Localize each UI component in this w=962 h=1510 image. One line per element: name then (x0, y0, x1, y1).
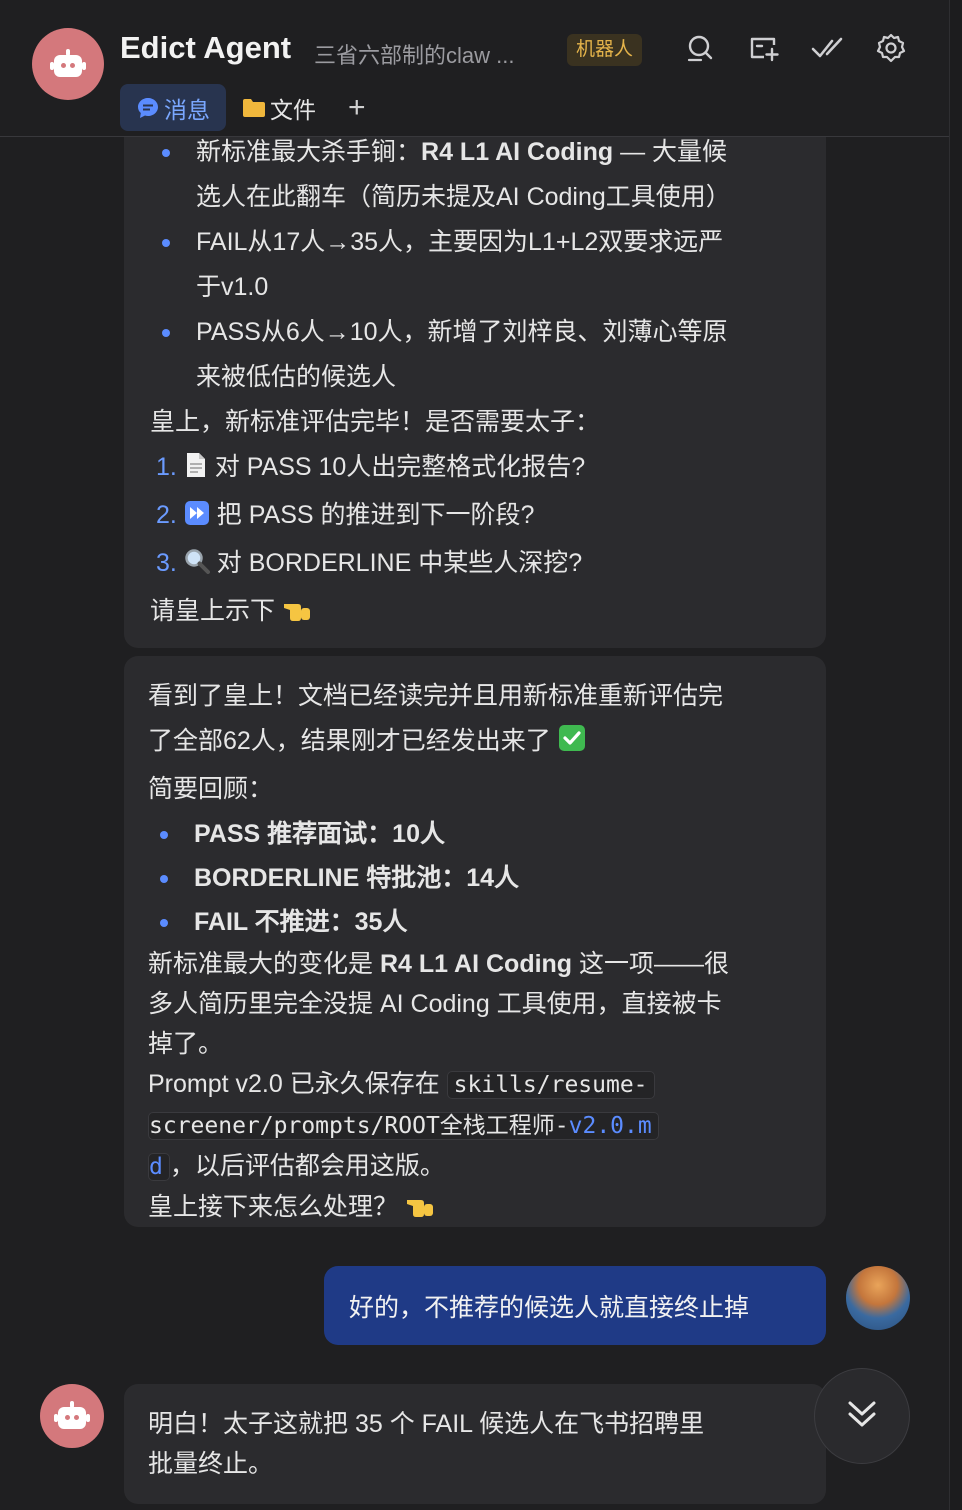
bullet-dot (162, 329, 170, 337)
chat-window: Edict Agent 三省六部制的claw ... 机器人 消息 文件 + 新… (0, 0, 950, 1510)
chat-header: Edict Agent 三省六部制的claw ... 机器人 消息 文件 + (0, 0, 949, 137)
bot-message: 明白！太子这就把 35 个 FAIL 候选人在飞书招聘里 批量终止。 (124, 1384, 826, 1504)
chat-title[interactable]: Edict Agent (120, 30, 291, 66)
bot-badge: 机器人 (567, 34, 643, 66)
check-mark-icon (558, 722, 586, 767)
tab-files-label: 文件 (270, 96, 316, 123)
bullet-dot (160, 875, 168, 883)
option-2: 2. 把 PASS 的推进到下一阶段? (150, 493, 802, 541)
list-item-cont: 于v1.0 (196, 273, 269, 301)
option-3: 3. 对 BORDERLINE 中某些人深挖? (150, 541, 802, 589)
bot-message: 看到了皇上！文档已经读完并且用新标准重新评估完 了全部62人，结果刚才已经发出来… (124, 656, 826, 1227)
add-screen-icon[interactable] (746, 30, 782, 66)
tab-files[interactable]: 文件 (226, 84, 332, 131)
pointing-hand-icon (405, 1190, 435, 1230)
user-avatar[interactable] (846, 1266, 910, 1330)
double-chevron-down-icon (845, 1397, 879, 1436)
bullet-dot (160, 831, 168, 839)
inline-code: screener/prompts/ROOT全栈工程师-v2.0.m (148, 1112, 659, 1140)
bot-message: 新标准最大杀手锏：R4 L1 AI Coding — 大量候 选人在此翻车（简历… (124, 100, 826, 648)
bot-avatar[interactable] (40, 1384, 104, 1448)
ask-line: 皇上，新标准评估完毕！是否需要太子： (150, 408, 601, 436)
bullet-dot (162, 239, 170, 247)
option-1: 1. 对 PASS 10人出完整格式化报告? (150, 445, 802, 493)
fast-forward-icon (184, 496, 210, 541)
list-item: PASS从6人→10人，新增了刘梓良、刘薄心等原 (150, 310, 802, 355)
user-message: 好的，不推荐的候选人就直接终止掉 (324, 1266, 826, 1345)
tab-messages[interactable]: 消息 (120, 84, 226, 131)
list-item-cont: 来被低估的候选人 (196, 363, 397, 391)
document-icon (184, 448, 208, 493)
bullet-dot (162, 149, 170, 157)
inline-code: skills/resume- (446, 1071, 655, 1099)
scroll-to-bottom-button[interactable] (814, 1368, 910, 1464)
list-item: FAIL从17人→35人，主要因为L1+L2双要求远严 (150, 220, 802, 265)
add-tab-button[interactable]: + (332, 91, 382, 125)
list-item-cont: 选人在此翻车（简历未提及AI Coding工具使用） (196, 183, 731, 211)
folder-icon (242, 97, 266, 119)
closing-line: 请皇上示下 (150, 589, 802, 637)
bot-avatar[interactable] (32, 28, 104, 100)
tab-messages-label: 消息 (164, 96, 210, 123)
list-item: FAIL 不推进：35人 (148, 900, 802, 944)
bullet-dot (160, 919, 168, 927)
robot-icon (54, 1401, 90, 1431)
magnifier-icon (184, 544, 210, 589)
chat-bubble-icon (136, 96, 160, 120)
gear-icon[interactable] (873, 30, 909, 66)
list-item: PASS 推荐面试：10人 (148, 812, 802, 856)
search-icon[interactable] (682, 30, 718, 66)
robot-icon (50, 49, 86, 79)
inline-code: d (148, 1153, 170, 1181)
pointing-hand-icon (282, 592, 312, 637)
chat-subtitle: 三省六部制的claw ... (314, 43, 515, 68)
list-item: BORDERLINE 特批池：14人 (148, 856, 802, 900)
chat-tabs: 消息 文件 + (120, 84, 382, 131)
check-all-icon[interactable] (809, 30, 845, 66)
